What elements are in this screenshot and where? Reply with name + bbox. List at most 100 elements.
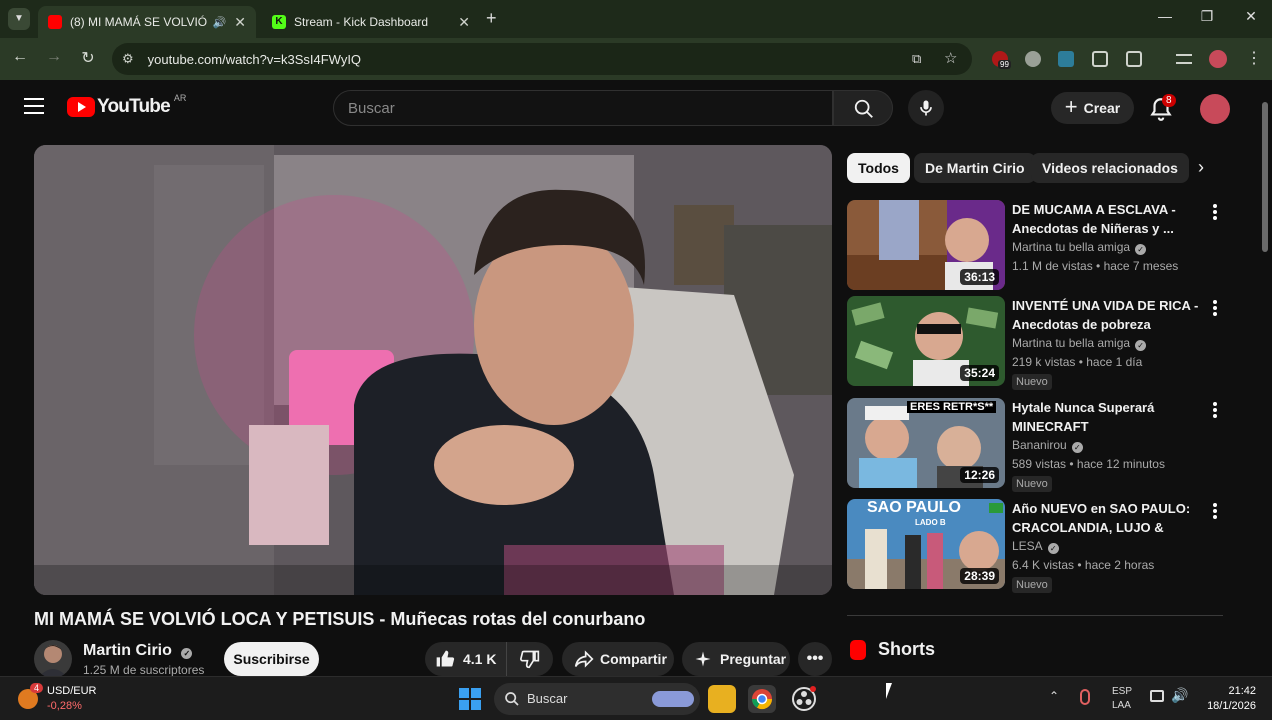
- tab-kick[interactable]: K Stream - Kick Dashboard ✕: [262, 6, 480, 38]
- new-tab-button[interactable]: +: [486, 8, 497, 29]
- bookmark-star-icon[interactable]: ☆: [944, 49, 957, 67]
- like-button[interactable]: 4.1 K: [425, 642, 507, 676]
- page-scrollbar[interactable]: [1258, 80, 1272, 676]
- extension-sih-icon[interactable]: [1058, 51, 1074, 67]
- plus-icon: +: [1064, 94, 1078, 119]
- obs-icon[interactable]: [790, 685, 818, 713]
- card-menu-icon[interactable]: [1209, 402, 1221, 420]
- volume-icon[interactable]: 🔊: [1171, 687, 1188, 704]
- share-button[interactable]: Compartir: [562, 642, 674, 676]
- chip-videos-relacionados[interactable]: Videos relacionados: [1031, 153, 1189, 183]
- chips-next-button[interactable]: ›: [1188, 157, 1214, 183]
- tab-title: Stream - Kick Dashboard: [294, 15, 429, 29]
- youtube-logo[interactable]: YouTube AR: [67, 93, 187, 118]
- reload-button[interactable]: ↻: [76, 48, 100, 68]
- restore-button[interactable]: ❐: [1192, 8, 1222, 25]
- windows-taskbar: 4 USD/EUR -0,28% Buscar ⌃ ESP LAA 🔊 21:4…: [0, 676, 1272, 720]
- video-card-title[interactable]: DE MUCAMA A ESCLAVA - Anecdotas de Niñer…: [1012, 200, 1204, 238]
- language-indicator[interactable]: ESP LAA: [1112, 685, 1132, 713]
- chip-de-martin-cirio[interactable]: De Martin Cirio: [914, 153, 1036, 183]
- ask-button[interactable]: Preguntar: [682, 642, 790, 676]
- media-control-icon[interactable]: [1176, 54, 1192, 64]
- chrome-icon[interactable]: [748, 685, 776, 713]
- widget-title: USD/EUR: [47, 685, 97, 697]
- card-menu-icon[interactable]: [1209, 503, 1221, 521]
- extensions-puzzle-icon[interactable]: [1126, 51, 1142, 67]
- voice-search-button[interactable]: [908, 90, 944, 126]
- sidebar-divider: [847, 615, 1223, 616]
- card-menu-icon[interactable]: [1209, 300, 1221, 318]
- video-card-channel[interactable]: Martina tu bella amiga ✓: [1012, 336, 1147, 351]
- video-card-title[interactable]: Año NUEVO en SAO PAULO: CRACOLANDIA, LUJ…: [1012, 499, 1204, 537]
- video-duration: 28:39: [960, 568, 999, 584]
- start-button[interactable]: [458, 687, 482, 711]
- language-code: ESP: [1112, 686, 1133, 697]
- search-box[interactable]: [333, 90, 833, 126]
- related-video-card[interactable]: 36:13 DE MUCAMA A ESCLAVA - Anecdotas de…: [847, 200, 1227, 290]
- youtube-favicon-icon: [48, 15, 62, 29]
- address-bar[interactable]: ⚙ youtube.com/watch?v=k3SsI4FWyIQ ⧉ ☆: [112, 43, 972, 75]
- new-badge: Nuevo: [1012, 374, 1052, 390]
- extension-translate-icon[interactable]: [1092, 51, 1108, 67]
- related-video-card[interactable]: SAO PAULO LADO B 28:39 Año NUEVO en SAO …: [847, 499, 1227, 593]
- file-explorer-icon[interactable]: [708, 685, 736, 713]
- forward-button[interactable]: →: [42, 48, 66, 66]
- user-avatar[interactable]: [1200, 94, 1230, 124]
- new-badge: Nuevo: [1012, 577, 1052, 593]
- video-card-title[interactable]: INVENTÉ UNA VIDA DE RICA - Anecdotas de …: [1012, 296, 1204, 334]
- tab-search-button[interactable]: ▼: [8, 8, 30, 30]
- video-thumbnail[interactable]: SAO PAULO LADO B 28:39: [847, 499, 1005, 589]
- browser-menu-icon[interactable]: ⋮: [1246, 48, 1262, 68]
- back-button[interactable]: ←: [8, 48, 32, 66]
- close-window-button[interactable]: ✕: [1236, 8, 1266, 25]
- clock[interactable]: 21:42 18/1/2026: [1200, 684, 1256, 714]
- more-horizontal-icon: •••: [806, 650, 824, 667]
- video-card-channel[interactable]: Martina tu bella amiga ✓: [1012, 240, 1147, 255]
- extension-generic-icon[interactable]: [1025, 51, 1041, 67]
- show-hidden-icons-button[interactable]: ⌃: [1049, 689, 1059, 703]
- install-app-icon[interactable]: ⧉: [912, 51, 921, 67]
- keyboard-layout: LAA: [1112, 700, 1131, 711]
- video-thumbnail[interactable]: 36:13: [847, 200, 1005, 290]
- site-info-icon[interactable]: ⚙: [122, 51, 134, 67]
- menu-hamburger-icon[interactable]: [24, 98, 44, 114]
- clock-date: 18/1/2026: [1207, 700, 1256, 712]
- close-tab-icon[interactable]: ✕: [234, 14, 246, 31]
- card-menu-icon[interactable]: [1209, 204, 1221, 222]
- video-thumbnail[interactable]: ERES RETR*S** 12:26: [847, 398, 1005, 488]
- chip-todos[interactable]: Todos: [847, 153, 910, 183]
- channel-avatar[interactable]: [34, 640, 72, 678]
- dislike-button[interactable]: [507, 642, 553, 676]
- video-card-channel[interactable]: Bananirou ✓: [1012, 438, 1083, 453]
- network-icon[interactable]: [1150, 690, 1164, 702]
- create-button[interactable]: + Crear: [1051, 92, 1134, 124]
- video-player[interactable]: [34, 145, 832, 595]
- scrollbar-thumb[interactable]: [1262, 102, 1268, 252]
- close-tab-icon[interactable]: ✕: [458, 14, 470, 31]
- tab-youtube[interactable]: (8) MI MAMÁ SE VOLVIÓ LOCA Y PETISUIS 🔊 …: [38, 6, 256, 38]
- windows-logo-icon: [459, 688, 481, 710]
- thumbs-down-icon: [520, 650, 540, 669]
- share-label: Compartir: [600, 651, 667, 667]
- profile-avatar-icon[interactable]: [1209, 50, 1227, 68]
- search-button[interactable]: [833, 90, 893, 126]
- taskbar-search-label: Buscar: [527, 691, 568, 706]
- country-code: AR: [173, 93, 187, 103]
- search-input[interactable]: [334, 91, 814, 125]
- taskbar-search[interactable]: Buscar: [494, 683, 700, 715]
- video-thumbnail[interactable]: 35:24: [847, 296, 1005, 386]
- more-actions-button[interactable]: •••: [798, 642, 832, 676]
- related-video-card[interactable]: 35:24 INVENTÉ UNA VIDA DE RICA - Anecdot…: [847, 296, 1227, 390]
- microphone-tray-icon[interactable]: [1080, 689, 1090, 705]
- video-duration: 35:24: [960, 365, 999, 381]
- video-card-channel[interactable]: LESA ✓: [1012, 539, 1059, 554]
- video-card-meta: 589 vistas • hace 12 minutos: [1012, 457, 1165, 471]
- minimize-button[interactable]: —: [1150, 8, 1180, 24]
- weather-widget[interactable]: 4 USD/EUR -0,28%: [16, 683, 126, 715]
- channel-name[interactable]: Martin Cirio ✓: [83, 642, 193, 660]
- subscribe-button[interactable]: Suscribirse: [224, 642, 319, 676]
- logo-text: YouTube: [97, 96, 171, 117]
- related-video-card[interactable]: ERES RETR*S** 12:26 Hytale Nunca Superar…: [847, 398, 1227, 492]
- speaker-icon: 🔊: [212, 16, 227, 29]
- video-card-title[interactable]: Hytale Nunca Superará MINECRAFT: [1012, 398, 1204, 436]
